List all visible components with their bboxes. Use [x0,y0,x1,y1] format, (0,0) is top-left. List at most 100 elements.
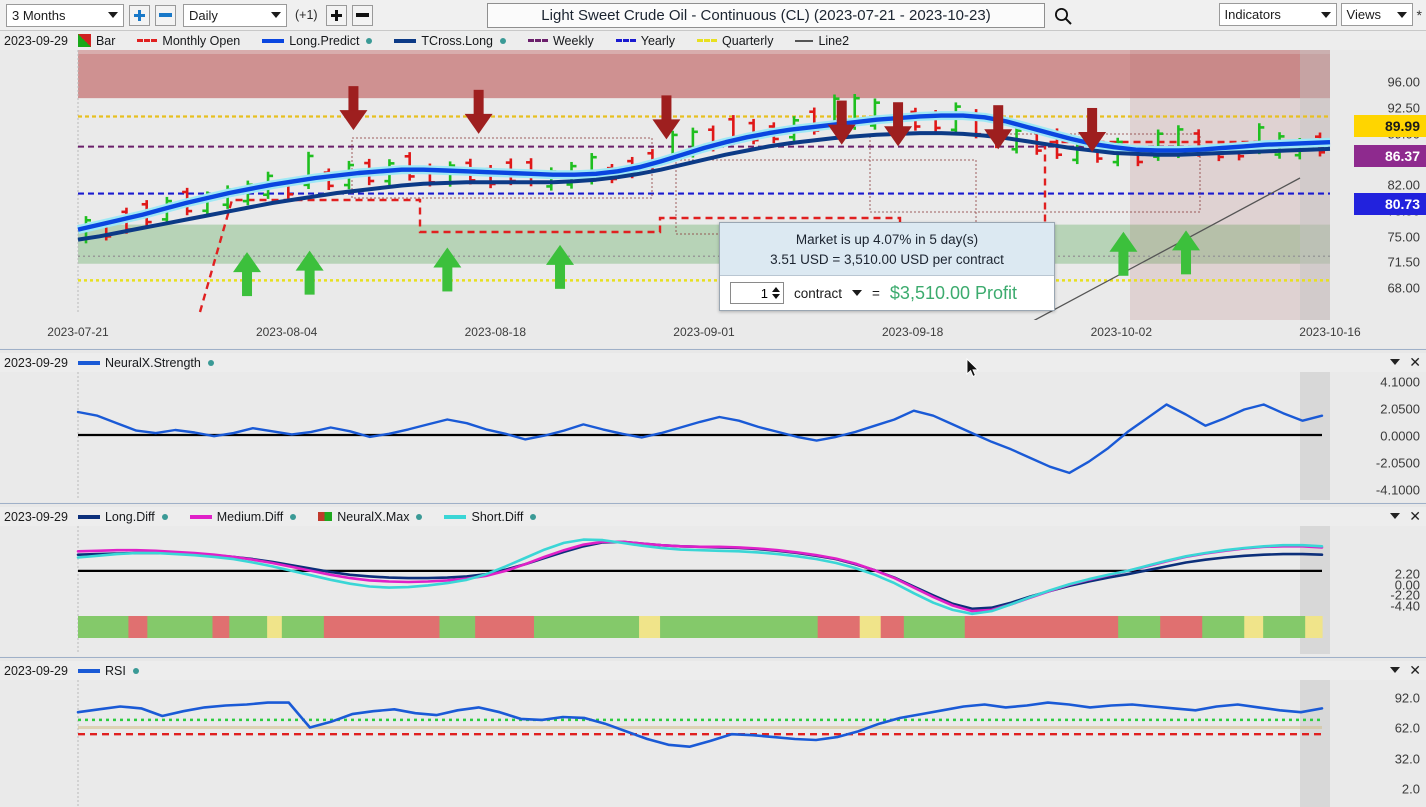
strength-chart-panel[interactable]: 4.1000 2.0500 0.0000 -2.0500 -4.1000 [0,372,1426,502]
chevron-down-icon [1396,11,1407,18]
market-move-tooltip[interactable]: Market is up 4.07% in 5 day(s) 3.51 USD … [719,222,1055,312]
interval-decrease-button[interactable] [351,4,373,26]
y-axis-tick: 75.00 [1387,229,1420,244]
legend-item-quarterly[interactable]: Quarterly [697,34,773,48]
interval-increase-button[interactable] [325,4,347,26]
neuralx-max-ribbon-segment [817,616,861,638]
strength-panel-legend: 2023-09-29 NeuralX.Strength [0,353,1426,372]
diff-panel-controls[interactable]: ✕ [1390,509,1421,523]
close-icon[interactable]: ✕ [1409,509,1421,523]
series-settings-dot-icon[interactable] [530,513,537,520]
legend-item-long-predict[interactable]: Long.Predict [262,33,373,48]
tooltip-line-2: 3.51 USD = 3,510.00 USD per contract [770,251,1004,267]
chevron-down-icon [1320,11,1331,18]
series-settings-dot-icon[interactable] [416,513,423,520]
rsi-plot[interactable] [0,680,1352,807]
neuralx-max-ribbon-segment [439,616,476,638]
chevron-down-icon[interactable] [1390,667,1401,673]
chevron-down-icon[interactable] [1390,359,1401,365]
interval-select[interactable]: Daily [183,3,287,27]
price-x-axis: 2023-07-21 2023-08-04 2023-08-18 2023-09-01… [0,322,1360,346]
y-axis-tick: 4.1000 [1380,374,1420,390]
price-tag-yearly: 80.73 [1354,193,1426,215]
tooltip-line-1: Market is up 4.07% in 5 day(s) [795,232,979,247]
neuralx-max-ribbon-segment [281,616,325,638]
price-chart-panel[interactable]: 96.0092.5089.0085.5082.0078.5075.0071.50… [0,50,1426,348]
x-axis-tick: 2023-08-18 [464,325,527,339]
rsi-panel-controls[interactable]: ✕ [1390,663,1421,677]
legend-item-yearly[interactable]: Yearly [615,34,675,48]
legend-item-neuralx-strength[interactable]: NeuralX.Strength [77,355,214,370]
legend-item-medium-diff[interactable]: Medium.Diff [189,510,297,524]
search-icon[interactable] [1053,6,1073,26]
y-axis-tick: 2.0500 [1380,401,1420,417]
toolbar-right: Indicators Views * [1218,3,1422,26]
neuralx-max-ribbon-segment [212,616,230,638]
indicators-dropdown[interactable]: Indicators [1218,3,1337,26]
line-swatch-icon [77,514,100,519]
legend-item-tcross-long[interactable]: TCross.Long [394,34,506,48]
y-axis-tick: 71.50 [1387,254,1420,270]
legend-item-weekly[interactable]: Weekly [527,34,594,48]
neuralx-max-ribbon-segment [1048,616,1119,638]
legend-label: Line2 [818,33,850,48]
tooltip-body: 1 contract = $3,510.00 Profit [720,275,1054,311]
series-settings-dot-icon[interactable] [366,37,373,44]
views-dropdown[interactable]: Views [1340,3,1413,26]
range-decrease-button[interactable] [155,4,176,26]
x-axis-tick: 2023-10-16 [1299,325,1361,339]
neuralx-max-ribbon-segment [880,616,905,638]
neuralx-max-ribbon-segment [533,616,640,638]
neuralx-max-ribbon-segment [964,616,1050,638]
stepper-arrows-icon[interactable] [772,287,780,300]
rsi-chart-panel[interactable]: 92.0 62.0 32.0 2.0 [0,680,1426,807]
legend-item-line2[interactable]: Line2 [795,34,849,48]
chevron-down-icon[interactable] [1390,513,1401,519]
price-tag-weekly: 86.37 [1354,145,1426,167]
range-select[interactable]: 3 Months [6,3,124,27]
legend-item-long-diff[interactable]: Long.Diff [77,510,168,524]
diff-plot[interactable] [0,526,1352,654]
y-axis-tick: 2.0 [1401,781,1420,797]
panel-divider [0,503,1426,504]
series-settings-dot-icon[interactable] [207,359,214,366]
tooltip-header: Market is up 4.07% in 5 day(s) 3.51 USD … [720,223,1054,275]
legend-item-rsi[interactable]: RSI [77,664,139,678]
range-increase-button[interactable] [129,4,150,26]
legend-label: NeuralX.Strength [104,355,201,370]
strength-panel-controls[interactable]: ✕ [1390,355,1421,369]
symbol-title[interactable]: Light Sweet Crude Oil - Continuous (CL) … [487,3,1045,28]
line-swatch-icon [444,514,467,519]
neuralx-max-ribbon-segment [147,616,214,638]
neuralx-max-ribbon-segment [267,616,283,638]
legend-label: Long.Predict [289,33,360,48]
series-settings-dot-icon[interactable] [132,667,139,674]
strength-plot[interactable] [0,372,1352,500]
legend-item-short-diff[interactable]: Short.Diff [444,510,537,524]
series-settings-dot-icon[interactable] [499,37,506,44]
x-axis-tick: 2023-09-18 [881,325,944,339]
diff-chart-panel[interactable]: 2.20 0.00 -2.20 -4.40 [0,526,1426,656]
legend-item-monthly-open[interactable]: Monthly Open [137,34,240,48]
dashed-line-swatch-icon [697,39,718,42]
chevron-down-icon[interactable] [852,290,863,297]
indicators-label: Indicators [1224,7,1281,22]
offset-label: (+1) [295,8,318,22]
neuralx-max-ribbon-segment [78,616,130,638]
contract-quantity-stepper[interactable]: 1 [730,282,784,305]
neuralx-max-ribbon-segment [128,616,148,638]
rsi-y-axis: 92.0 62.0 32.0 2.0 [1352,680,1426,807]
price-plot[interactable] [0,50,1352,320]
series-settings-dot-icon[interactable] [290,513,297,520]
close-icon[interactable]: ✕ [1409,355,1421,369]
legend-item-neuralx-max[interactable]: NeuralX.Max [318,509,423,524]
legend-item-bar[interactable]: Bar [77,34,115,48]
y-axis-tick: 0.0000 [1380,428,1420,444]
series-settings-dot-icon[interactable] [161,513,168,520]
legend-label: NeuralX.Max [337,509,410,524]
star-icon[interactable]: * [1417,7,1422,23]
y-axis-tick: 32.0 [1394,751,1420,767]
close-icon[interactable]: ✕ [1409,663,1421,677]
legend-label: TCross.Long [421,33,493,48]
interval-select-value: Daily [189,7,218,23]
